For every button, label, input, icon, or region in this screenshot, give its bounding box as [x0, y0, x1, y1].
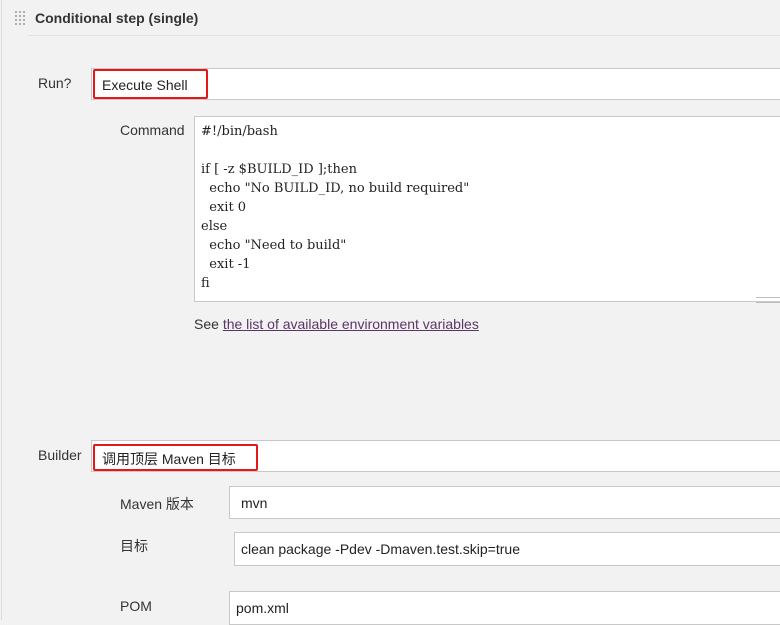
- goals-value: clean package -Pdev -Dmaven.test.skip=tr…: [241, 541, 520, 557]
- run-select[interactable]: Execute Shell: [91, 68, 780, 100]
- maven-version-select[interactable]: mvn: [229, 486, 780, 519]
- code-line: echo "No BUILD_ID, no build required": [201, 181, 470, 196]
- maven-version-label: Maven 版本: [120, 496, 194, 512]
- pom-value: pom.xml: [236, 600, 289, 616]
- run-label: Run?: [38, 75, 72, 91]
- left-divider: [1, 0, 2, 620]
- builder-select[interactable]: 调用顶层 Maven 目标: [91, 440, 780, 472]
- code-line: fi: [201, 276, 210, 291]
- pom-label: POM: [120, 598, 152, 614]
- command-textarea[interactable]: #!/bin/bash if [ -z $BUILD_ID ];then ech…: [194, 116, 780, 302]
- builder-label: Builder: [38, 447, 82, 463]
- code-line: if [ -z $BUILD_ID ];then: [201, 162, 357, 177]
- drag-handle-icon[interactable]: [14, 10, 26, 26]
- section-title: Conditional step (single): [35, 10, 199, 26]
- code-line: exit -1: [201, 257, 251, 272]
- maven-version-value: mvn: [241, 495, 268, 511]
- env-vars-help: See the list of available environment va…: [194, 316, 479, 332]
- textarea-resize-handle[interactable]: [756, 297, 780, 303]
- code-line: else: [201, 219, 228, 234]
- run-select-value: Execute Shell: [102, 77, 188, 93]
- env-vars-link[interactable]: the list of available environment variab…: [223, 316, 479, 332]
- code-line: exit 0: [201, 200, 247, 215]
- help-prefix: See: [194, 316, 223, 332]
- header-divider: [28, 35, 780, 36]
- code-line: #!/bin/bash: [201, 124, 278, 139]
- goals-label: 目标: [120, 538, 148, 554]
- command-label: Command: [120, 122, 185, 138]
- code-line: echo "Need to build": [201, 238, 347, 253]
- builder-select-value: 调用顶层 Maven 目标: [102, 451, 236, 467]
- goals-input[interactable]: clean package -Pdev -Dmaven.test.skip=tr…: [234, 532, 780, 566]
